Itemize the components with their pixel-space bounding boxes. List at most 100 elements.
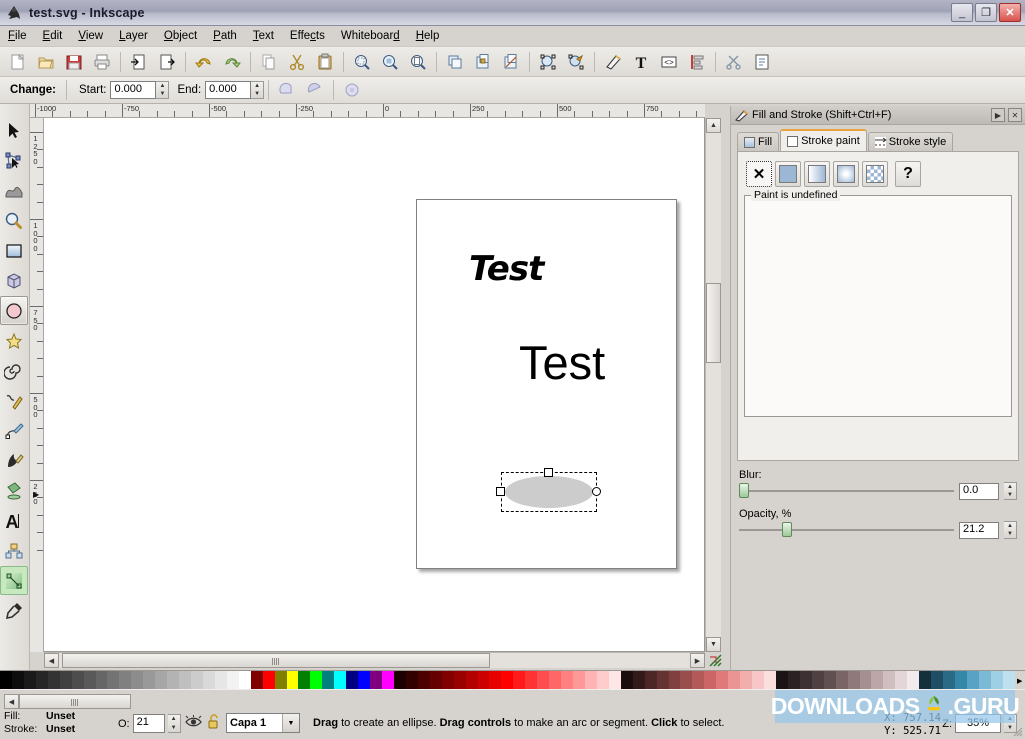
palette-swatch[interactable] [11, 671, 24, 690]
palette-swatch[interactable] [668, 671, 681, 690]
palette-swatch[interactable] [477, 671, 490, 690]
menu-item-help[interactable]: Help [408, 28, 448, 44]
palette-swatch[interactable] [286, 671, 299, 690]
status-stroke-value[interactable]: Unset [46, 723, 75, 736]
ellipse-handle-left[interactable] [496, 487, 505, 496]
palette-swatch[interactable] [752, 671, 764, 690]
palette-swatch[interactable] [1002, 671, 1015, 690]
canvas-vertical-scrollbar[interactable]: ▲ ▼ [705, 118, 721, 652]
palette-swatch[interactable] [835, 671, 848, 690]
palette-swatch[interactable] [919, 671, 932, 690]
box3d-tool[interactable] [0, 266, 28, 295]
canvas-horizontal-scrollbar[interactable]: ◀ ▶ [44, 652, 705, 668]
end-input[interactable]: 0.000 [205, 81, 252, 99]
dropper-tool[interactable] [0, 596, 28, 625]
palette-swatch[interactable] [23, 671, 36, 690]
palette-swatch[interactable] [775, 671, 788, 690]
text-tool[interactable]: A [0, 506, 28, 535]
gradient-tool[interactable] [0, 566, 28, 595]
palette-swatch[interactable] [823, 671, 836, 690]
palette-swatch[interactable] [620, 671, 633, 690]
menu-item-text[interactable]: Text [245, 28, 282, 44]
start-spinner[interactable]: 0.000 ▲ ▼ [110, 81, 170, 99]
arc-chord-icon[interactable] [302, 77, 328, 103]
palette-swatch[interactable] [871, 671, 884, 690]
palette-swatch[interactable] [405, 671, 418, 690]
menu-item-whiteboard[interactable]: Whiteboard [333, 28, 408, 44]
bezier-tool[interactable] [0, 416, 28, 445]
palette-swatch[interactable] [513, 671, 526, 690]
palette-swatch[interactable] [847, 671, 860, 690]
palette-swatch[interactable] [656, 671, 669, 690]
palette-swatch[interactable] [895, 671, 908, 690]
palette-swatch[interactable] [310, 671, 323, 690]
palette-swatch[interactable] [35, 671, 48, 690]
flat-color-button[interactable] [775, 161, 801, 187]
palette-swatch[interactable] [238, 671, 251, 690]
tab-stroke-paint[interactable]: Stroke paint [780, 129, 867, 151]
canvas[interactable]: Test Test [44, 118, 705, 652]
dock-close-button[interactable]: ✕ [1008, 108, 1022, 122]
palette-swatch[interactable] [214, 671, 227, 690]
ellipse-handle-right[interactable] [592, 487, 601, 496]
horizontal-scroll-thumb[interactable] [62, 653, 490, 668]
palette-swatch[interactable] [501, 671, 514, 690]
resize-grip[interactable] [1011, 725, 1023, 737]
start-input[interactable]: 0.000 [110, 81, 157, 99]
text-object-plain[interactable]: Test [519, 335, 605, 390]
dock-expand-button[interactable]: ▶ [991, 108, 1005, 122]
palette-swatch[interactable] [119, 671, 132, 690]
close-button[interactable]: ✕ [999, 3, 1021, 22]
preferences-icon[interactable] [721, 49, 747, 75]
ellipse-tool[interactable] [0, 296, 28, 325]
opacity-spin-buttons[interactable]: ▲ ▼ [1004, 521, 1017, 539]
vertical-scroll-thumb[interactable] [706, 283, 721, 363]
palette-swatch[interactable] [59, 671, 72, 690]
start-spin-buttons[interactable]: ▲ ▼ [156, 81, 170, 99]
zoom-selection-icon[interactable] [349, 49, 375, 75]
palette-swatch[interactable] [799, 671, 812, 690]
menu-item-path[interactable]: Path [205, 28, 245, 44]
palette-scroll-left[interactable]: ◀ [4, 694, 19, 709]
palette-swatch[interactable] [71, 671, 84, 690]
palette-swatch[interactable] [453, 671, 466, 690]
palette-swatch[interactable] [131, 671, 144, 690]
document-page[interactable]: Test Test [416, 199, 677, 569]
palette-swatch[interactable] [787, 671, 800, 690]
palette-swatch[interactable] [262, 671, 275, 690]
blur-value-input[interactable]: 0.0 [959, 482, 999, 500]
palette-swatch[interactable] [704, 671, 717, 690]
text-object-bold[interactable]: Test [469, 249, 544, 289]
palette-swatch[interactable] [167, 671, 180, 690]
duplicate-icon[interactable] [442, 49, 468, 75]
tweak-tool[interactable] [0, 176, 28, 205]
scroll-right-arrow[interactable]: ▶ [690, 653, 705, 668]
open-document-icon[interactable] [33, 49, 59, 75]
chevron-down-icon[interactable]: ▼ [282, 714, 299, 732]
horizontal-ruler[interactable]: -1000 -750 -500 -250 0 250 500 750 [30, 104, 705, 118]
menu-item-view[interactable]: View [70, 28, 111, 44]
align-distribute-icon[interactable] [684, 49, 710, 75]
palette-swatch[interactable] [955, 671, 967, 690]
palette-swatch[interactable] [382, 671, 394, 690]
copy-icon[interactable] [256, 49, 282, 75]
arc-segment-icon[interactable] [274, 77, 300, 103]
scroll-left-arrow[interactable]: ◀ [44, 653, 59, 668]
fill-stroke-dialog-icon[interactable] [535, 49, 561, 75]
print-document-icon[interactable] [89, 49, 115, 75]
menu-item-layer[interactable]: Layer [111, 28, 156, 44]
node-editor-tool[interactable] [0, 146, 28, 175]
spiral-tool[interactable] [0, 356, 28, 385]
opacity-slider-knob[interactable] [782, 522, 792, 537]
connector-tool[interactable] [0, 536, 28, 565]
palette-swatch[interactable] [429, 671, 442, 690]
palette-swatch[interactable] [811, 671, 824, 690]
no-paint-button[interactable]: ✕ [746, 161, 772, 187]
color-palette[interactable]: ▶ [0, 670, 1025, 690]
palette-swatch[interactable] [692, 671, 705, 690]
layer-selector[interactable]: Capa 1 ▼ [226, 713, 300, 733]
palette-swatch[interactable] [107, 671, 120, 690]
pattern-button[interactable] [862, 161, 888, 187]
palette-swatch[interactable] [728, 671, 741, 690]
palette-swatch[interactable] [931, 671, 944, 690]
